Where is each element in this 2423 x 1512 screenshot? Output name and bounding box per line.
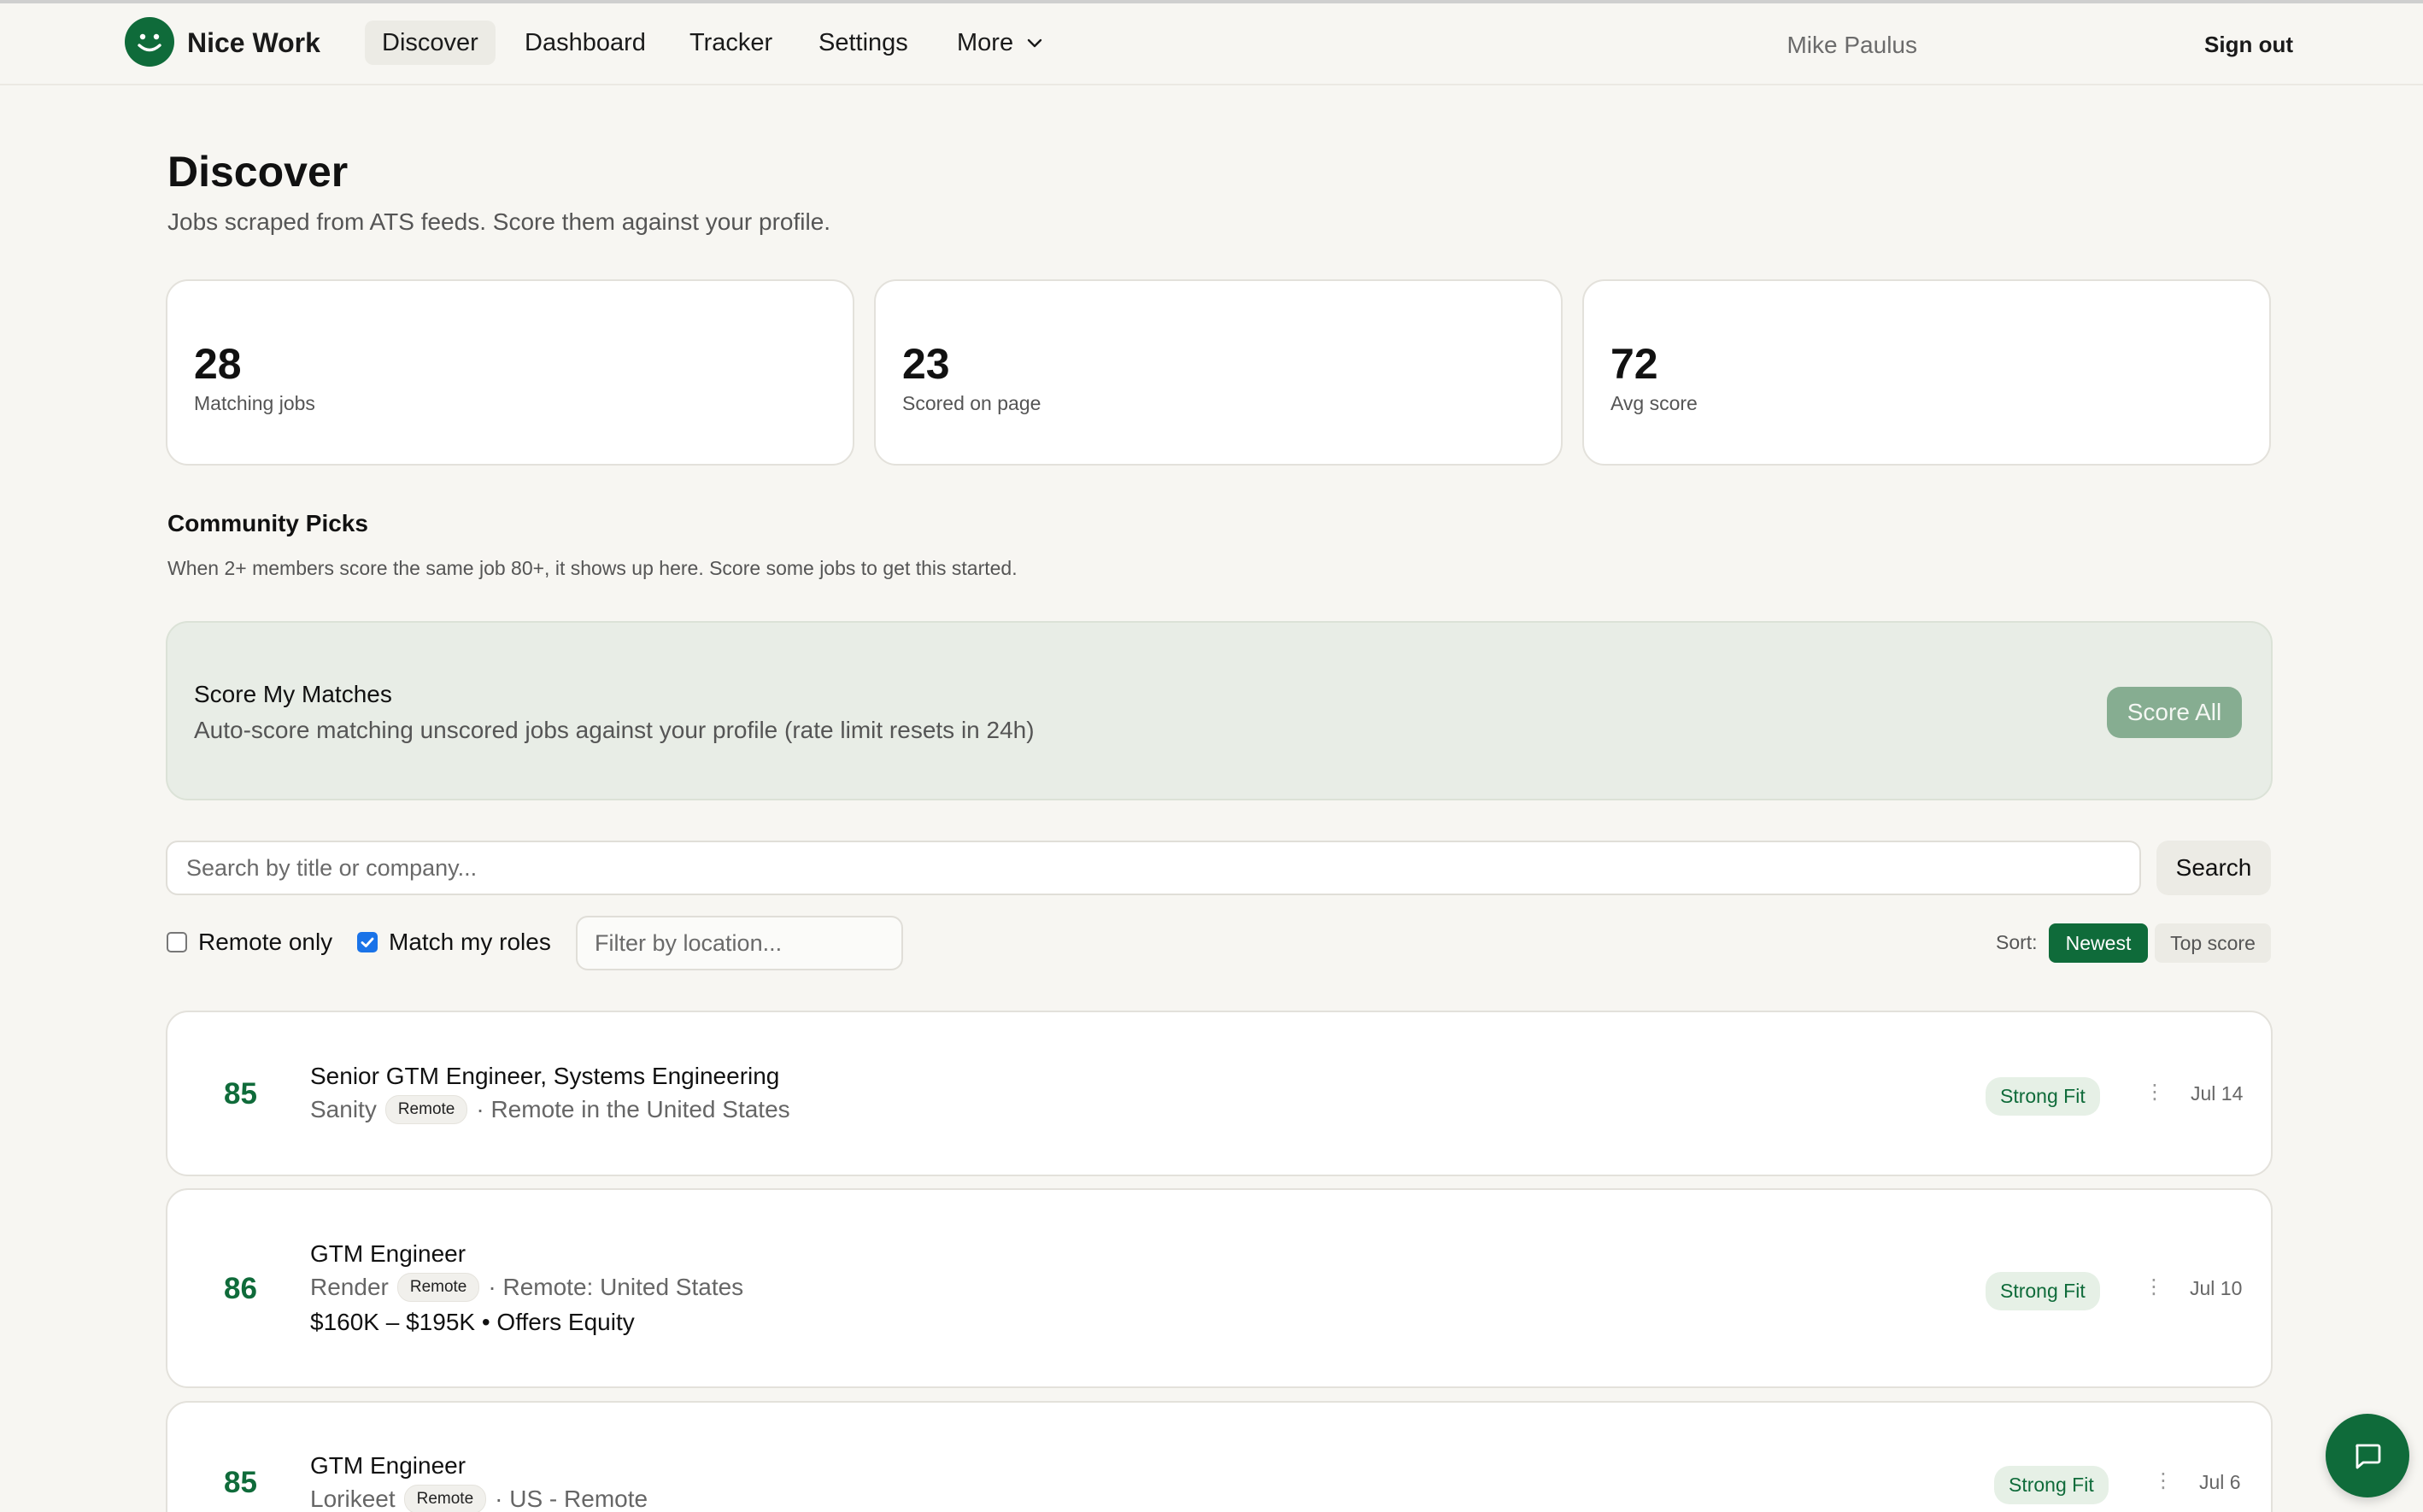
kebab-menu-icon[interactable]: ⋮ <box>2153 1471 2174 1491</box>
search-input[interactable] <box>166 841 2141 895</box>
checkmark-icon <box>361 937 374 947</box>
job-title[interactable]: GTM Engineer <box>310 1452 466 1480</box>
remote-tag: Remote <box>384 1095 468 1124</box>
job-company: Render <box>310 1274 389 1300</box>
job-location: · US - Remote <box>495 1486 648 1512</box>
remote-only-label[interactable]: Remote only <box>198 929 332 956</box>
kebab-menu-icon[interactable]: ⋮ <box>2144 1082 2165 1103</box>
stat-label: Avg score <box>1610 392 1698 414</box>
remote-tag: Remote <box>403 1485 487 1512</box>
sort-top-score-button[interactable]: Top score <box>2155 923 2271 963</box>
job-date: Jul 14 <box>2191 1082 2244 1105</box>
stat-value: 23 <box>902 340 950 388</box>
job-company: Lorikeet <box>310 1486 396 1512</box>
page-subtitle: Jobs scraped from ATS feeds. Score them … <box>167 208 831 235</box>
job-card[interactable]: 85 Senior GTM Engineer, Systems Engineer… <box>166 1011 2273 1176</box>
location-filter-input[interactable] <box>576 916 903 970</box>
kebab-menu-icon[interactable]: ⋮ <box>2144 1277 2164 1298</box>
stat-value: 28 <box>194 340 242 388</box>
sign-out-link[interactable]: Sign out <box>2204 32 2293 58</box>
job-date: Jul 10 <box>2190 1277 2243 1299</box>
sort-newest-button[interactable]: Newest <box>2049 923 2148 963</box>
sort-label: Sort: <box>1996 931 2038 953</box>
remote-only-checkbox[interactable] <box>167 932 187 952</box>
stat-card-scored-on-page: 23 Scored on page <box>874 279 1563 466</box>
job-card[interactable]: 86 GTM Engineer Render Remote · Remote: … <box>166 1188 2273 1388</box>
score-banner-title: Score My Matches <box>194 681 392 707</box>
job-meta: Lorikeet Remote · US - Remote <box>310 1485 648 1512</box>
community-picks-description: When 2+ members score the same job 80+, … <box>167 557 1018 579</box>
score-banner-description: Auto-score matching unscored jobs agains… <box>194 717 1035 743</box>
job-meta: Sanity Remote · Remote in the United Sta… <box>310 1095 790 1124</box>
match-my-roles-label[interactable]: Match my roles <box>389 929 551 956</box>
chat-button[interactable] <box>2326 1414 2409 1497</box>
job-meta: Render Remote · Remote: United States <box>310 1273 743 1302</box>
score-matches-banner: Score My Matches Auto-score matching uns… <box>166 621 2273 800</box>
chevron-down-icon <box>1027 38 1042 48</box>
user-name: Mike Paulus <box>1786 32 1917 58</box>
job-score: 85 <box>224 1466 257 1499</box>
job-salary: $160K – $195K • Offers Equity <box>310 1309 635 1335</box>
remote-tag: Remote <box>396 1273 480 1302</box>
fit-badge: Strong Fit <box>1986 1272 2100 1310</box>
brand-name[interactable]: Nice Work <box>187 27 320 59</box>
stat-card-matching-jobs: 28 Matching jobs <box>166 279 854 466</box>
fit-badge: Strong Fit <box>1994 1466 2109 1504</box>
job-title[interactable]: Senior GTM Engineer, Systems Engineering <box>310 1063 779 1090</box>
nav-item-more[interactable]: More <box>940 21 1061 65</box>
job-company: Sanity <box>310 1096 377 1122</box>
nav-item-discover[interactable]: Discover <box>365 21 496 65</box>
job-location: · Remote: United States <box>488 1274 744 1300</box>
search-button[interactable]: Search <box>2156 841 2271 895</box>
nav-more-label: More <box>957 29 1014 56</box>
job-card[interactable]: 85 GTM Engineer Lorikeet Remote · US - R… <box>166 1401 2273 1512</box>
job-score: 85 <box>224 1077 257 1111</box>
job-location: · Remote in the United States <box>476 1096 790 1122</box>
top-nav: Nice Work Discover Dashboard Tracker Set… <box>0 3 2423 85</box>
job-date: Jul 6 <box>2199 1471 2241 1493</box>
nav-item-tracker[interactable]: Tracker <box>672 21 789 65</box>
job-score: 86 <box>224 1272 257 1305</box>
community-picks-title: Community Picks <box>167 510 368 536</box>
stat-card-avg-score: 72 Avg score <box>1582 279 2271 466</box>
job-title[interactable]: GTM Engineer <box>310 1240 466 1268</box>
match-my-roles-checkbox[interactable] <box>357 932 378 952</box>
stat-value: 72 <box>1610 340 1658 388</box>
page-title: Discover <box>167 148 349 196</box>
nav-item-dashboard[interactable]: Dashboard <box>507 21 663 65</box>
smiley-logo-icon[interactable] <box>125 17 174 67</box>
stat-label: Scored on page <box>902 392 1041 414</box>
fit-badge: Strong Fit <box>1986 1077 2100 1116</box>
chat-bubble-icon <box>2356 1444 2381 1469</box>
score-all-button[interactable]: Score All <box>2107 687 2242 738</box>
nav-item-settings[interactable]: Settings <box>801 21 925 65</box>
stat-label: Matching jobs <box>194 392 315 414</box>
